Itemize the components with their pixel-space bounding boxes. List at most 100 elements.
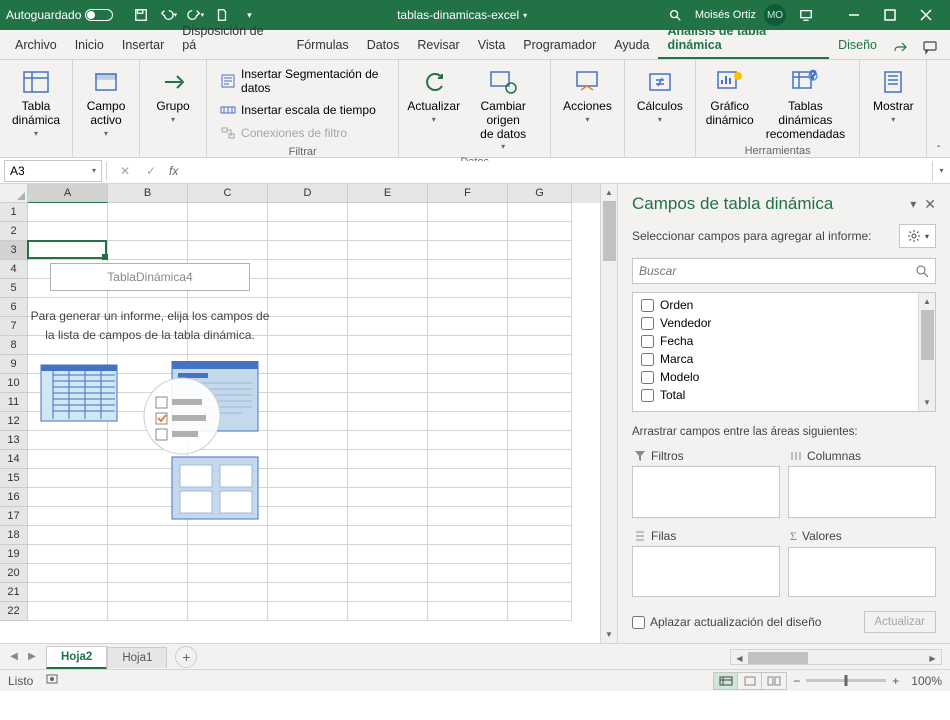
cell[interactable]	[188, 374, 268, 393]
cell[interactable]	[348, 241, 428, 260]
mostrar-button[interactable]: Mostrar▾	[868, 64, 918, 126]
cell[interactable]	[508, 431, 572, 450]
cell[interactable]	[268, 583, 348, 602]
cell[interactable]	[108, 298, 188, 317]
col-header-b[interactable]: B	[108, 184, 188, 203]
cell[interactable]	[348, 374, 428, 393]
cell[interactable]	[508, 317, 572, 336]
cell[interactable]	[28, 545, 108, 564]
cell[interactable]	[268, 469, 348, 488]
cell[interactable]	[108, 260, 188, 279]
field-item-total[interactable]: Total	[633, 386, 935, 404]
field-checkbox[interactable]	[641, 389, 654, 402]
field-item-marca[interactable]: Marca	[633, 350, 935, 368]
cell[interactable]	[348, 298, 428, 317]
field-list-scrollbar[interactable]: ▲ ▼	[918, 293, 935, 411]
tab-disposicion[interactable]: Disposición de pá	[173, 19, 287, 59]
cell[interactable]	[348, 545, 428, 564]
cell[interactable]	[188, 203, 268, 222]
cell[interactable]	[428, 564, 508, 583]
formula-input[interactable]	[182, 161, 932, 181]
col-header-e[interactable]: E	[348, 184, 428, 203]
macro-record-button[interactable]	[45, 672, 59, 689]
cell[interactable]	[428, 583, 508, 602]
cell[interactable]	[428, 469, 508, 488]
cell[interactable]	[268, 564, 348, 583]
cell[interactable]	[508, 545, 572, 564]
cell[interactable]	[348, 469, 428, 488]
collapse-ribbon-button[interactable]: ⌃	[935, 144, 942, 153]
cell[interactable]	[348, 488, 428, 507]
fx-icon[interactable]: fx	[169, 164, 178, 178]
col-header-a[interactable]: A	[28, 184, 108, 203]
cell[interactable]	[268, 412, 348, 431]
cell[interactable]	[508, 526, 572, 545]
field-checkbox[interactable]	[641, 299, 654, 312]
cell[interactable]	[108, 317, 188, 336]
tabla-dinamica-button[interactable]: Tabla dinámica▾	[8, 64, 64, 140]
cell[interactable]	[28, 507, 108, 526]
cell[interactable]	[348, 602, 428, 621]
scroll-up-button[interactable]: ▲	[601, 184, 617, 201]
tab-insertar[interactable]: Insertar	[113, 33, 173, 59]
tab-diseno[interactable]: Diseño	[829, 33, 886, 59]
tab-programador[interactable]: Programador	[514, 33, 605, 59]
cell[interactable]	[348, 317, 428, 336]
row-header-17[interactable]: 17	[0, 507, 28, 526]
cell[interactable]	[268, 298, 348, 317]
row-header-7[interactable]: 7	[0, 317, 28, 336]
cell[interactable]	[508, 279, 572, 298]
cell[interactable]	[188, 241, 268, 260]
accept-formula-button[interactable]: ✓	[139, 161, 163, 181]
maximize-button[interactable]	[872, 0, 908, 30]
row-header-14[interactable]: 14	[0, 450, 28, 469]
row-header-4[interactable]: 4	[0, 260, 28, 279]
cell[interactable]	[268, 317, 348, 336]
zoom-level[interactable]: 100%	[911, 674, 942, 688]
cell[interactable]	[348, 564, 428, 583]
row-header-10[interactable]: 10	[0, 374, 28, 393]
close-button[interactable]	[908, 0, 944, 30]
cell[interactable]	[428, 317, 508, 336]
cell[interactable]	[428, 488, 508, 507]
cell[interactable]	[188, 564, 268, 583]
cell[interactable]	[348, 203, 428, 222]
grupo-button[interactable]: Grupo▾	[148, 64, 198, 126]
cell[interactable]	[28, 298, 108, 317]
defer-update-checkbox[interactable]: Aplazar actualización del diseño	[632, 615, 821, 629]
cell[interactable]	[508, 203, 572, 222]
cell[interactable]	[428, 260, 508, 279]
cell[interactable]	[428, 412, 508, 431]
row-header-18[interactable]: 18	[0, 526, 28, 545]
cell[interactable]	[268, 336, 348, 355]
cell[interactable]	[108, 203, 188, 222]
col-header-f[interactable]: F	[428, 184, 508, 203]
field-item-vendedor[interactable]: Vendedor	[633, 314, 935, 332]
scroll-down-button[interactable]: ▼	[601, 626, 617, 643]
cell[interactable]	[508, 450, 572, 469]
area-valores[interactable]	[788, 547, 936, 598]
cell[interactable]	[108, 507, 188, 526]
cell[interactable]	[28, 450, 108, 469]
cell[interactable]	[188, 355, 268, 374]
field-checkbox[interactable]	[641, 371, 654, 384]
cell[interactable]	[428, 450, 508, 469]
cell[interactable]	[188, 260, 268, 279]
view-pagebreak-button[interactable]	[762, 673, 786, 689]
row-header-21[interactable]: 21	[0, 583, 28, 602]
cell[interactable]	[508, 374, 572, 393]
tab-formulas[interactable]: Fórmulas	[288, 33, 358, 59]
grafico-dinamico-button[interactable]: Gráfico dinámico	[704, 64, 756, 130]
tab-analisis[interactable]: Análisis de tabla dinámica	[658, 19, 829, 59]
tab-ayuda[interactable]: Ayuda	[605, 33, 658, 59]
row-header-20[interactable]: 20	[0, 564, 28, 583]
cell[interactable]	[188, 412, 268, 431]
horizontal-scrollbar[interactable]: ◀ ▶	[730, 649, 942, 665]
cell[interactable]	[428, 203, 508, 222]
cell[interactable]	[188, 393, 268, 412]
cell[interactable]	[508, 488, 572, 507]
cell[interactable]	[268, 488, 348, 507]
cell[interactable]	[428, 526, 508, 545]
comments-button[interactable]	[916, 35, 944, 59]
cell[interactable]	[508, 298, 572, 317]
